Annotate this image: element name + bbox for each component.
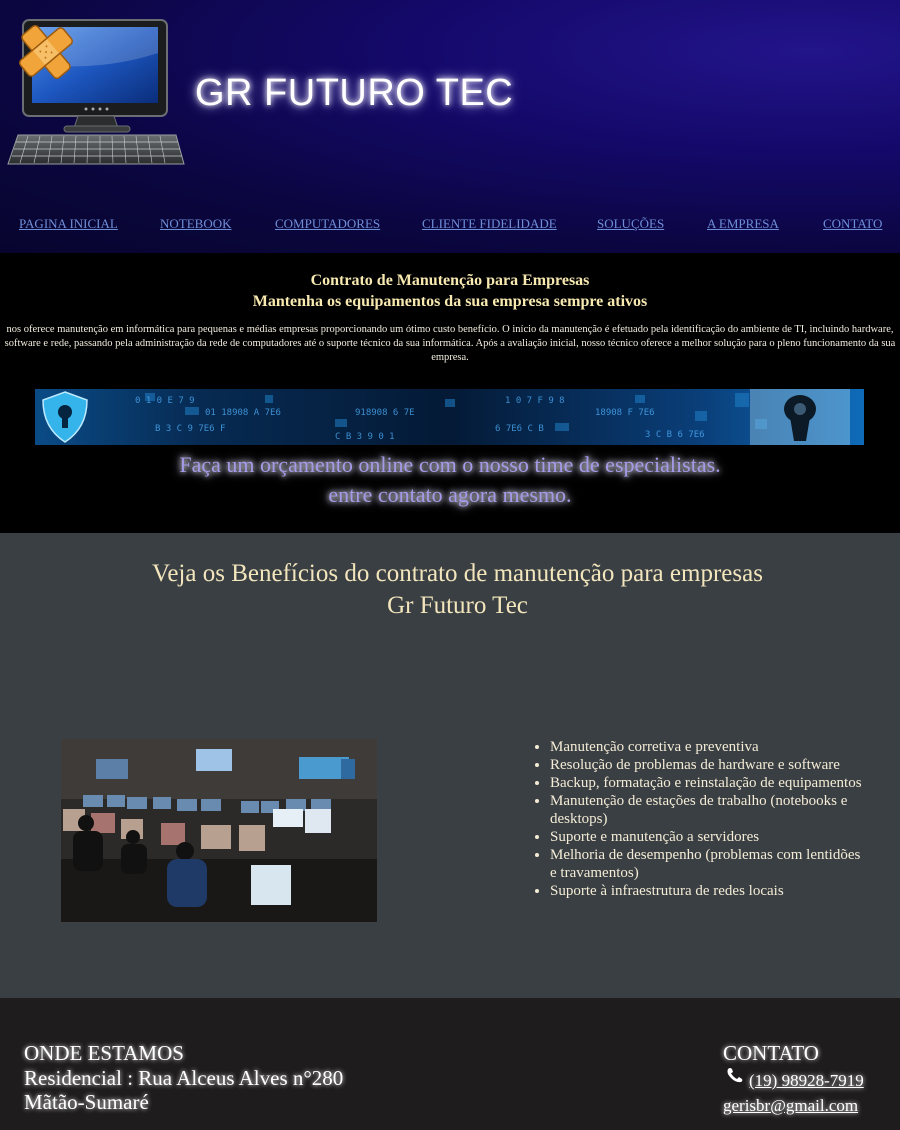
list-item: Manutenção de estações de trabalho (note… [550,792,870,828]
nav-a-empresa[interactable]: A EMPRESA [707,216,779,232]
cta-line-1: Faça um orçamento online com o nosso tim… [179,452,721,477]
benefits-title: Veja os Benefícios do contrato de manute… [152,560,763,587]
svg-text:3 C B 6 7E6: 3 C B 6 7E6 [645,430,705,440]
contract-title: Contrato de Manutenção para Empresas [310,272,590,289]
list-item: Resolução de problemas de hardware e sof… [550,756,870,774]
svg-text:0 1 0 E 7 9: 0 1 0 E 7 9 [135,396,195,406]
svg-text:18908 F 7E6: 18908 F 7E6 [595,408,655,418]
contact-heading: CONTATO [723,1041,819,1065]
benefits-list: Manutenção corretiva e preventiva Resolu… [530,738,870,900]
phone-icon [727,1068,743,1083]
svg-text:1 0 7 F 9 8: 1 0 7 F 9 8 [505,396,565,406]
site-footer: ONDE ESTAMOS Residencial : Rua Alceus Al… [0,998,900,1130]
contract-section: Contrato de Manutenção para Empresas Man… [0,253,900,533]
nav-pagina-inicial[interactable]: PAGINA INICIAL [19,216,118,232]
svg-text:B 3 C 9 7E6 F: B 3 C 9 7E6 F [155,424,225,434]
cta-text: Faça um orçamento online com o nosso tim… [0,450,900,510]
nav-cliente-fidelidade[interactable]: CLIENTE FIDELIDADE [422,216,557,232]
address-line-2: Mãtão-Sumaré [24,1090,149,1114]
nav-computadores[interactable]: COMPUTADORES [275,216,380,232]
svg-text:918908 6 7E: 918908 6 7E [355,408,415,418]
site-header: GR FUTURO TEC PAGINA INICIAL NOTEBOOK CO… [0,0,900,253]
contract-subtitle: Mantenha os equipamentos da sua empresa … [252,293,648,310]
contract-description: nos oferece manutenção em informática pa… [4,324,896,363]
benefits-subtitle: Gr Futuro Tec [387,592,528,619]
cta-line-2: entre contato agora mesmo. [328,482,572,507]
nav-notebook[interactable]: NOTEBOOK [160,216,232,232]
address-line-1: Residencial : Rua Alceus Alves n°280 [24,1066,344,1090]
list-item: Backup, formatação e reinstalação de equ… [550,774,870,792]
list-item: Suporte e manutenção a servidores [550,828,870,846]
phone-link[interactable]: (19) 98928-7919 [749,1071,864,1091]
svg-text:6 7E6 C B: 6 7E6 C B [495,424,544,434]
nav-solucoes[interactable]: SOLUÇÕES [597,216,664,232]
svg-text:01 18908 A 7E6: 01 18908 A 7E6 [205,408,281,418]
list-item: Melhoria de desempenho (problemas com le… [550,846,870,882]
control-room-photo [61,739,377,922]
email-link[interactable]: gerisbr@gmail.com [723,1096,858,1116]
security-lock-banner: 0 1 0 E 7 9 01 18908 A 7E6 918908 6 7E 1… [35,389,864,445]
computer-plus-logo-icon[interactable] [6,18,188,168]
benefits-section: Veja os Benefícios do contrato de manute… [0,533,900,998]
contract-heading: Contrato de Manutenção para Empresas Man… [0,270,900,312]
list-item: Manutenção corretiva e preventiva [550,738,870,756]
main-nav: PAGINA INICIAL NOTEBOOK COMPUTADORES CLI… [0,216,900,236]
benefits-heading: Veja os Benefícios do contrato de manute… [0,558,900,622]
list-item: Suporte à infraestrutura de redes locais [550,882,870,900]
site-title: GR FUTURO TEC [195,72,514,114]
nav-contato[interactable]: CONTATO [823,216,882,232]
location-heading: ONDE ESTAMOS [24,1041,184,1065]
svg-text:C B 3 9 0 1: C B 3 9 0 1 [335,432,395,442]
